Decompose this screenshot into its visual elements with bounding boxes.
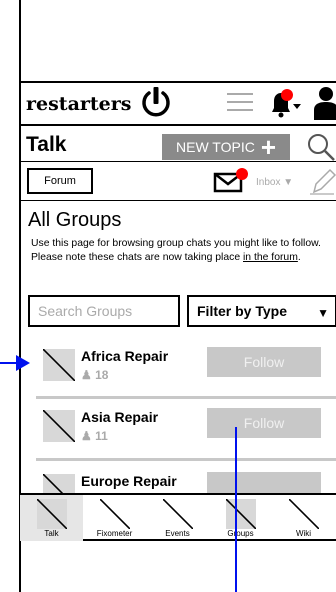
description-end: . (297, 251, 301, 263)
group-divider (36, 458, 336, 461)
nav-label: Fixometer (96, 529, 133, 538)
nav-item-groups[interactable]: Groups (209, 495, 272, 541)
group-name: Africa Repair (81, 348, 169, 364)
wiki-nav-icon (289, 499, 319, 529)
notification-bell-icon[interactable] (268, 88, 302, 118)
plus-icon: + (260, 132, 277, 162)
follow-button[interactable]: Follow (207, 408, 321, 438)
pencil-icon[interactable] (308, 166, 336, 196)
groups-nav-icon (226, 499, 256, 529)
group-row[interactable]: Asia Repair ♟ 11 Follow (43, 408, 336, 454)
menu-icon[interactable] (227, 92, 253, 112)
nav-label: Groups (227, 529, 254, 538)
member-count: ♟ 11 (81, 429, 108, 443)
member-count: ♟ 18 (81, 368, 108, 382)
annotation-arrow-icon (0, 355, 30, 371)
power-logo-icon (142, 87, 170, 117)
nav-item-talk[interactable]: Talk (20, 495, 83, 541)
restarters-logo[interactable]: restarters (26, 93, 131, 115)
page-title: Talk (26, 133, 67, 156)
nav-item-wiki[interactable]: Wiki (272, 495, 335, 541)
group-name: Asia Repair (81, 409, 159, 425)
search-icon[interactable] (306, 132, 336, 162)
filter-by-type-select[interactable]: Filter by Type ▼ (187, 295, 336, 327)
fixometer-nav-icon (100, 499, 130, 529)
page-description: Use this page for browsing group chats y… (31, 237, 331, 264)
filter-label: Filter by Type (197, 303, 287, 319)
header-bottom-border (19, 124, 336, 126)
subnav-border (19, 200, 336, 201)
nav-label: Events (165, 529, 190, 538)
nav-label: Talk (44, 529, 59, 538)
forum-link[interactable]: in the forum (243, 252, 298, 263)
search-groups-input[interactable]: Search Groups (28, 295, 180, 327)
nav-item-fixometer[interactable]: Fixometer (83, 495, 146, 541)
group-image-placeholder-icon (43, 349, 75, 381)
bottom-navigation: Talk Fixometer Events Groups Wiki (20, 493, 336, 541)
new-topic-label: NEW TOPIC (176, 139, 255, 155)
all-groups-heading: All Groups (28, 209, 122, 231)
annotation-line (235, 427, 237, 592)
chevron-down-icon: ▼ (317, 306, 329, 320)
follow-button[interactable]: Follow (207, 347, 321, 377)
talk-nav-icon (37, 499, 67, 529)
member-icon: ♟ (81, 429, 92, 443)
mail-icon[interactable] (213, 167, 249, 193)
new-topic-button[interactable]: NEW TOPIC + (162, 134, 290, 160)
nav-item-events[interactable]: Events (146, 495, 209, 541)
member-count-value: 11 (95, 429, 108, 443)
nav-label: Wiki (295, 529, 312, 538)
group-name: Europe Repair (81, 473, 177, 489)
group-divider (36, 396, 336, 399)
forum-tab[interactable]: Forum (27, 168, 93, 194)
header-top-border (19, 81, 336, 83)
events-nav-icon (163, 499, 193, 529)
member-count-value: 18 (95, 368, 109, 382)
user-avatar-icon[interactable] (313, 86, 336, 120)
inbox-dropdown[interactable]: Inbox ▼ (256, 177, 293, 188)
member-icon: ♟ (81, 368, 92, 382)
group-image-placeholder-icon (43, 410, 75, 442)
group-row[interactable]: Africa Repair ♟ 18 Follow (43, 347, 336, 393)
talkbar-border (19, 161, 336, 162)
